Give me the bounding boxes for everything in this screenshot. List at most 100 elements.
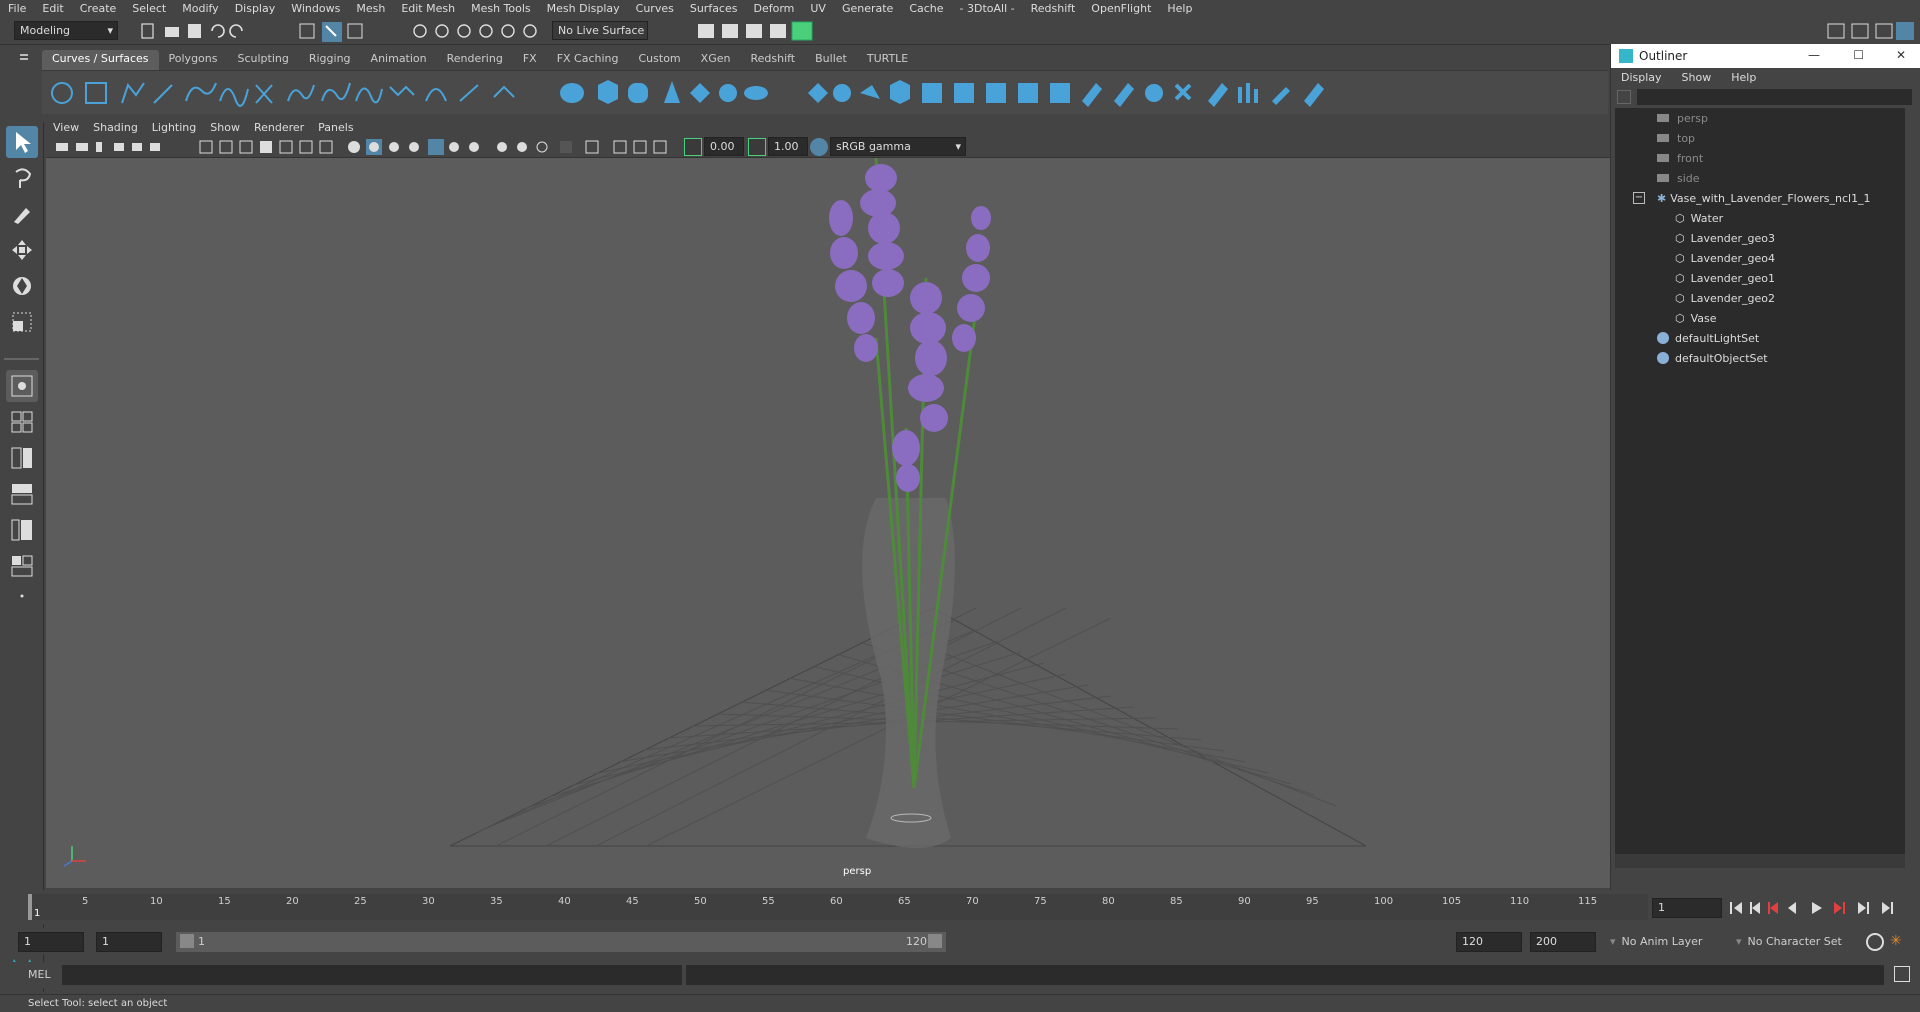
menu-surfaces[interactable]: Surfaces	[682, 2, 746, 15]
outliner-item-side[interactable]: side	[1657, 168, 1700, 188]
menu-file[interactable]: File	[0, 2, 34, 15]
outliner-menu-display[interactable]: Display	[1611, 71, 1672, 84]
menu-create[interactable]: Create	[72, 2, 125, 15]
tab-rendering[interactable]: Rendering	[437, 50, 513, 70]
menu-mesh[interactable]: Mesh	[348, 2, 393, 15]
menu-redshift[interactable]: Redshift	[1023, 2, 1084, 15]
outliner-item-lavender-geo1[interactable]: ⬡ Lavender_geo1	[1675, 268, 1775, 288]
render-icons[interactable]	[696, 20, 816, 42]
tab-custom[interactable]: Custom	[629, 50, 691, 70]
side-by-side-layout-button[interactable]	[6, 442, 38, 474]
outliner-menu-help[interactable]: Help	[1721, 71, 1766, 84]
outliner-item-front[interactable]: front	[1657, 148, 1703, 168]
stacked-layout-button[interactable]	[6, 478, 38, 510]
menu-edit[interactable]: Edit	[34, 2, 71, 15]
move-tool-button[interactable]	[6, 234, 38, 266]
viewport-menu-lighting[interactable]: Lighting	[145, 121, 203, 134]
menu-mesh-tools[interactable]: Mesh Tools	[463, 2, 539, 15]
tab-curves-surfaces[interactable]: Curves / Surfaces	[42, 50, 159, 70]
color-management-icon[interactable]	[810, 138, 828, 156]
current-frame-field[interactable]: 1	[1652, 898, 1722, 918]
playback-controls[interactable]	[1728, 900, 1914, 916]
outliner-menu-show[interactable]: Show	[1672, 71, 1722, 84]
outliner-item-lavender-geo3[interactable]: ⬡ Lavender_geo3	[1675, 228, 1775, 248]
viewport-menu-show[interactable]: Show	[203, 121, 247, 134]
gamma-icon[interactable]	[748, 138, 766, 156]
menu-uv[interactable]: UV	[802, 2, 834, 15]
mel-label[interactable]: MEL	[28, 968, 51, 981]
outliner-item-water[interactable]: ⬡ Water	[1675, 208, 1723, 228]
animation-start-field[interactable]: 1	[18, 932, 84, 952]
script-editor-icon[interactable]	[1894, 966, 1910, 982]
exposure-icon[interactable]	[684, 138, 702, 156]
file-icons-group[interactable]	[140, 21, 260, 41]
outliner-item-default-light-set[interactable]: defaultLightSet	[1657, 328, 1759, 348]
color-space-dropdown[interactable]: sRGB gamma ▾	[830, 137, 966, 156]
close-icon[interactable]: ✕	[1896, 48, 1906, 62]
range-start-handle[interactable]	[180, 934, 194, 948]
timeline-track[interactable]: 5 10 15 20 25 30 35 40 45 50 55 60 65 70…	[28, 894, 1648, 920]
lasso-tool-button[interactable]	[6, 162, 38, 194]
preferences-icon[interactable]: ✳	[1890, 933, 1908, 951]
viewport-toolbar-icons[interactable]	[54, 138, 694, 156]
menu-openflight[interactable]: OpenFlight	[1083, 2, 1159, 15]
paint-select-tool-button[interactable]	[6, 198, 38, 230]
rotate-tool-button[interactable]	[6, 270, 38, 302]
range-end-handle[interactable]	[928, 934, 942, 948]
live-surface-field[interactable]: No Live Surface	[552, 21, 648, 40]
outliner-item-lavender-geo2[interactable]: ⬡ Lavender_geo2	[1675, 288, 1775, 308]
character-set-dropdown[interactable]: ▾ No Character Set	[1736, 932, 1866, 952]
tab-redshift[interactable]: Redshift	[740, 50, 805, 70]
outliner-search-input[interactable]	[1637, 89, 1912, 105]
playback-end-field[interactable]: 120	[1456, 932, 1522, 952]
outliner-item-vase[interactable]: ⬡ Vase	[1675, 308, 1717, 328]
command-input[interactable]	[62, 965, 682, 985]
menu-deform[interactable]: Deform	[745, 2, 802, 15]
tab-rigging[interactable]: Rigging	[299, 50, 361, 70]
tab-fx[interactable]: FX	[513, 50, 547, 70]
anim-layer-dropdown[interactable]: ▾ No Anim Layer	[1610, 932, 1736, 952]
playback-start-field[interactable]: 1	[96, 932, 162, 952]
collapse-icon[interactable]: −	[1633, 192, 1645, 204]
minimize-icon[interactable]: —	[1808, 48, 1820, 62]
tab-turtle[interactable]: TURTLE	[857, 50, 918, 70]
outliner-item-persp[interactable]: persp	[1657, 108, 1708, 128]
shelf-tool-icons[interactable]	[42, 71, 1462, 115]
outliner-layout-button[interactable]	[6, 514, 38, 546]
viewport-menu-renderer[interactable]: Renderer	[247, 121, 311, 134]
outliner-item-lavender-geo4[interactable]: ⬡ Lavender_geo4	[1675, 248, 1775, 268]
viewport-menu-shading[interactable]: Shading	[86, 121, 145, 134]
four-view-layout-button[interactable]	[6, 406, 38, 438]
more-layouts-button[interactable]	[6, 586, 38, 604]
menu-mesh-display[interactable]: Mesh Display	[539, 2, 628, 15]
outliner-item-top[interactable]: top	[1657, 128, 1695, 148]
menu-select[interactable]: Select	[124, 2, 174, 15]
viewport-menu-panels[interactable]: Panels	[311, 121, 360, 134]
graph-layout-button[interactable]	[6, 550, 38, 582]
menu-3dtoall[interactable]: - 3DtoAll -	[952, 2, 1023, 15]
viewport-menu-view[interactable]: View	[46, 121, 86, 134]
menu-display[interactable]: Display	[227, 2, 284, 15]
filter-icon[interactable]	[1617, 90, 1631, 104]
menu-help[interactable]: Help	[1159, 2, 1200, 15]
single-perspective-layout-button[interactable]	[6, 370, 38, 402]
menu-windows[interactable]: Windows	[283, 2, 348, 15]
maximize-icon[interactable]: ☐	[1853, 48, 1864, 62]
workspace-icons[interactable]	[1826, 20, 1916, 42]
snap-icons[interactable]	[410, 21, 540, 41]
range-slider[interactable]: 1 120	[176, 932, 946, 952]
mode-dropdown[interactable]: Modeling ▾	[14, 21, 118, 40]
menu-generate[interactable]: Generate	[834, 2, 901, 15]
menu-curves[interactable]: Curves	[628, 2, 682, 15]
menu-edit-mesh[interactable]: Edit Mesh	[393, 2, 463, 15]
tab-polygons[interactable]: Polygons	[159, 50, 228, 70]
outliner-item-default-object-set[interactable]: defaultObjectSet	[1657, 348, 1768, 368]
outliner-item-group[interactable]: − ✱ Vase_with_Lavender_Flowers_ncl1_1	[1633, 188, 1871, 208]
menu-modify[interactable]: Modify	[174, 2, 226, 15]
tab-animation[interactable]: Animation	[361, 50, 437, 70]
tab-xgen[interactable]: XGen	[691, 50, 741, 70]
perspective-viewport[interactable]: persp	[46, 158, 1610, 888]
tab-sculpting[interactable]: Sculpting	[227, 50, 298, 70]
tab-bullet[interactable]: Bullet	[805, 50, 857, 70]
select-tool-button[interactable]	[6, 126, 38, 158]
